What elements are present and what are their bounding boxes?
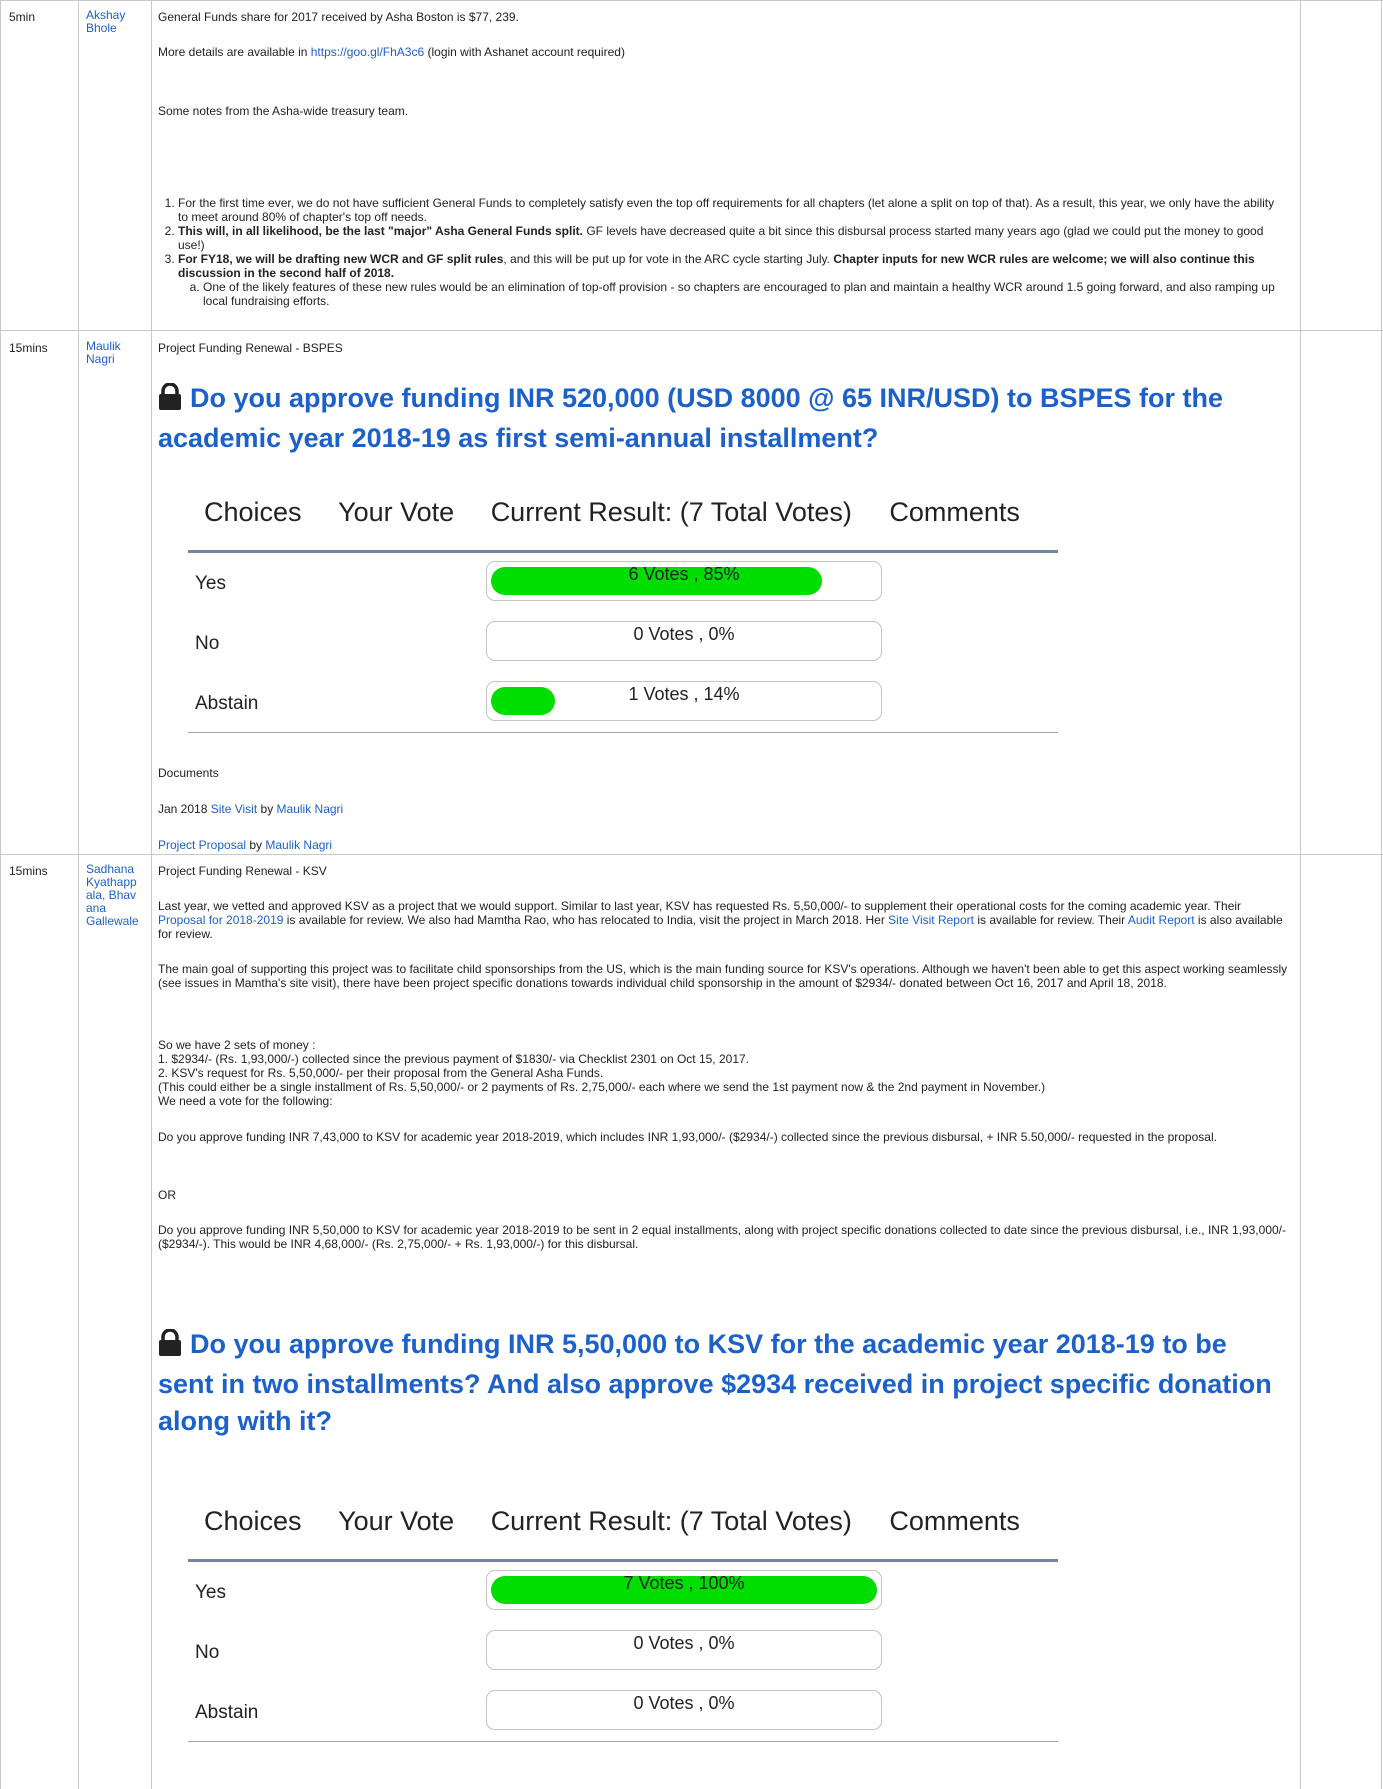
ksv-paragraph-2: The main goal of supporting this project… bbox=[158, 962, 1288, 990]
table-border-left bbox=[0, 0, 1, 1789]
poll-choice-label: No bbox=[195, 633, 220, 654]
row-owner: Sadhana Kyathapp ala, Bhav ana Gallewale bbox=[86, 863, 150, 928]
audit-report-link[interactable]: Audit Report bbox=[1128, 913, 1195, 927]
author-link[interactable]: Maulik Nagri bbox=[265, 838, 332, 852]
owner-link[interactable]: Gallewale bbox=[86, 914, 139, 928]
column-divider-content bbox=[1300, 0, 1301, 1789]
row-time: 5min bbox=[9, 10, 36, 24]
table-border-top bbox=[0, 0, 1383, 1]
poll-result-text: 0 Votes , 0% bbox=[633, 1693, 735, 1713]
poll-header-current-result: Current Result: (7 Total Votes) bbox=[490, 497, 852, 527]
ksv-or: OR bbox=[158, 1188, 176, 1202]
owner-link[interactable]: Kyathapp bbox=[86, 875, 137, 889]
poll-result-bar: 0 Votes , 0% bbox=[486, 1630, 882, 1670]
site-visit-link[interactable]: Site Visit bbox=[211, 802, 257, 816]
poll-header-current-result: Current Result: (7 Total Votes) bbox=[490, 1506, 852, 1536]
document-entry: Jan 2018 Site Visit by Maulik Nagri bbox=[158, 802, 344, 816]
poll-header: Choices Your Vote Current Result: (7 Tot… bbox=[204, 1506, 1020, 1537]
poll-choice-label: No bbox=[195, 1642, 220, 1663]
poll-result-bar: 0 Votes , 0% bbox=[486, 621, 882, 661]
owner-link[interactable]: ala bbox=[86, 888, 102, 902]
owner-link[interactable]: ana bbox=[86, 901, 106, 915]
owner-link[interactable]: Bhole bbox=[86, 21, 117, 35]
poll-header-separator bbox=[188, 1559, 1058, 1562]
poll-result-text: 6 Votes , 85% bbox=[628, 564, 740, 584]
treasury-notes-list: For the first time ever, we do not have … bbox=[150, 196, 1285, 308]
details-link[interactable]: https://goo.gl/FhA3c6 bbox=[311, 45, 424, 59]
row-time: 15mins bbox=[9, 864, 48, 878]
poll-header-your-vote: Your Vote bbox=[338, 497, 455, 527]
owner-link[interactable]: Akshay bbox=[86, 8, 125, 22]
poll-choice-label: Abstain bbox=[195, 1702, 259, 1723]
poll-header-comments: Comments bbox=[889, 497, 1020, 527]
poll-result-text: 0 Votes , 0% bbox=[633, 1633, 735, 1653]
poll-bottom-separator bbox=[188, 1741, 1058, 1742]
poll-result-text: 7 Votes , 100% bbox=[623, 1573, 745, 1593]
poll-bottom-separator bbox=[188, 732, 1058, 733]
author-link[interactable]: Maulik Nagri bbox=[277, 802, 344, 816]
poll-result-bar: 7 Votes , 100% bbox=[486, 1570, 882, 1610]
treasury-notes-intro: Some notes from the Asha-wide treasury t… bbox=[158, 104, 409, 118]
poll-result-text: 0 Votes , 0% bbox=[633, 624, 735, 644]
table-border-right bbox=[1381, 0, 1382, 1789]
ksv-paragraph-5: Do you approve funding INR 5,50,000 to K… bbox=[158, 1223, 1286, 1251]
poll-result-bar: 6 Votes , 85% bbox=[486, 561, 882, 601]
ksv-paragraph-1: Last year, we vetted and approved KSV as… bbox=[158, 899, 1283, 941]
proposal-link[interactable]: Proposal for 2018-2019 bbox=[158, 913, 283, 927]
poll-result-bar: 0 Votes , 0% bbox=[486, 1690, 882, 1730]
ksv-paragraph-3: So we have 2 sets of money : 1. $2934/- … bbox=[158, 1038, 1046, 1108]
documents-label: Documents bbox=[158, 766, 219, 780]
poll-header-choices: Choices bbox=[204, 497, 302, 527]
site-visit-report-link[interactable]: Site Visit Report bbox=[888, 913, 974, 927]
project-proposal-link[interactable]: Project Proposal bbox=[158, 838, 246, 852]
poll-result-bar: 1 Votes , 14% bbox=[486, 681, 882, 721]
list-item: For FY18, we will be drafting new WCR an… bbox=[178, 252, 1285, 308]
row-time: 15mins bbox=[9, 341, 48, 355]
row-owner: Akshay Bhole bbox=[86, 9, 150, 35]
owner-link[interactable]: , Bhav bbox=[102, 888, 136, 902]
list-item: One of the likely features of these new … bbox=[203, 280, 1285, 308]
poll-header-comments: Comments bbox=[889, 1506, 1020, 1536]
owner-link[interactable]: Sadhana bbox=[86, 862, 134, 876]
column-divider-time bbox=[78, 0, 79, 1789]
owner-link[interactable]: Maulik bbox=[86, 339, 121, 353]
row-title: Project Funding Renewal - KSV bbox=[158, 864, 327, 878]
ksv-paragraph-4: Do you approve funding INR 7,43,000 to K… bbox=[158, 1130, 1217, 1144]
poll-question: Do you approve funding INR 520,000 (USD … bbox=[158, 382, 1224, 453]
poll-choice-label: Yes bbox=[195, 1582, 226, 1603]
gf-share-line: General Funds share for 2017 received by… bbox=[158, 10, 519, 24]
poll-header: Choices Your Vote Current Result: (7 Tot… bbox=[204, 497, 1020, 528]
row-owner: Maulik Nagri bbox=[86, 340, 150, 366]
poll-result-text: 1 Votes , 14% bbox=[628, 684, 740, 704]
row-divider-1 bbox=[0, 330, 1383, 331]
list-item: For the first time ever, we do not have … bbox=[178, 196, 1285, 224]
more-details-line: More details are available in https://go… bbox=[158, 45, 625, 59]
lock-icon bbox=[158, 382, 182, 420]
list-item: This will, in all likelihood, be the las… bbox=[178, 224, 1285, 252]
row-title: Project Funding Renewal - BSPES bbox=[158, 341, 343, 355]
row-divider-2 bbox=[0, 854, 1383, 855]
poll-header-choices: Choices bbox=[204, 1506, 302, 1536]
poll-choice-label: Abstain bbox=[195, 693, 259, 714]
poll-choice-label: Yes bbox=[195, 573, 226, 594]
poll-question: Do you approve funding INR 5,50,000 to K… bbox=[158, 1328, 1272, 1436]
lock-icon bbox=[158, 1328, 182, 1366]
poll-header-separator bbox=[188, 550, 1058, 553]
owner-link[interactable]: Nagri bbox=[86, 352, 115, 366]
poll-header-your-vote: Your Vote bbox=[338, 1506, 455, 1536]
document-entry: Project Proposal by Maulik Nagri bbox=[158, 838, 333, 852]
